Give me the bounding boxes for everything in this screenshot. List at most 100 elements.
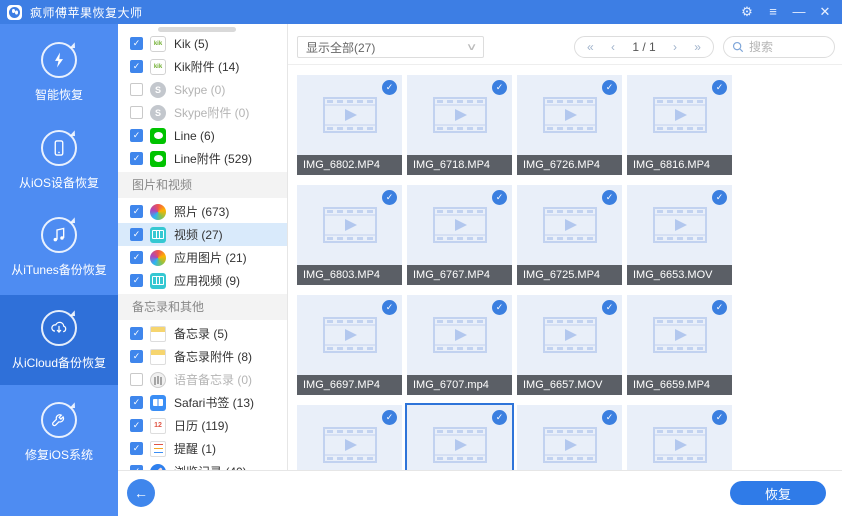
checkbox[interactable] [130,442,143,455]
checkbox[interactable] [130,327,143,340]
check-circle-icon[interactable]: ✓ [492,80,507,95]
video-thumbnail[interactable]: ✓IMG_6725.MP4 [517,185,622,285]
last-page-button[interactable]: » [694,40,701,54]
window-title: 疯师傅苹果恢复大师 [30,4,143,21]
settings-gear-icon[interactable]: ⚙ [734,0,760,24]
video-thumbnail[interactable]: ✓ [627,405,732,470]
category-item-日历[interactable]: 日历 (119) [118,414,287,437]
sidebar-item-icloud-backup[interactable]: 从iCloud备份恢复 [0,295,118,385]
video-thumbnail[interactable]: ✓IMG_6816.MP4 [627,75,732,175]
check-circle-icon[interactable]: ✓ [712,80,727,95]
category-item-Line[interactable]: Line (6) [118,124,287,147]
checkbox[interactable] [130,106,143,119]
video-thumbnail[interactable]: ✓IMG_6671.MOV [517,405,622,470]
checkbox[interactable] [130,419,143,432]
video-thumbnail[interactable]: ✓IMG_6657.MOV [517,295,622,395]
video-thumbnail[interactable]: ✓IMG_6802.MP4 [297,75,402,175]
category-item-备忘录[interactable]: 备忘录 (5) [118,322,287,345]
video-thumbnail[interactable]: ✓IMG_6767.MP4 [407,185,512,285]
checkbox[interactable] [130,83,143,96]
notes-icon [150,326,166,342]
prev-page-button[interactable]: ‹ [611,40,615,54]
category-item-提醒[interactable]: 提醒 (1) [118,437,287,460]
check-circle-icon[interactable]: ✓ [492,190,507,205]
video-thumbnail[interactable]: ✓IMG_6653.MOV [627,185,732,285]
video-thumbnail[interactable]: ✓IMG_6659.MP4 [627,295,732,395]
category-item-Line附件[interactable]: Line附件 (529) [118,147,287,170]
category-label: 浏览记录 (40) [174,463,247,470]
checkbox[interactable] [130,37,143,50]
category-item-Skype附件[interactable]: Skype附件 (0) [118,101,287,124]
sidebar-item-label: 修复iOS系统 [17,447,101,463]
wrench-icon [41,402,77,438]
sidebar-item-repair-ios[interactable]: 修复iOS系统 [0,385,118,480]
category-label: Safari书签 (13) [174,394,254,411]
category-item-Safari书签[interactable]: Safari书签 (13) [118,391,287,414]
checkbox[interactable] [130,396,143,409]
close-icon[interactable]: ✕ [812,0,838,24]
menu-icon[interactable]: ≡ [760,0,786,24]
video-film-icon: ✓ [297,75,402,155]
checkbox[interactable] [130,60,143,73]
checkbox[interactable] [130,228,143,241]
check-circle-icon[interactable]: ✓ [382,410,397,425]
video-thumbnail[interactable]: ✓IMG_6707.mp4 [407,295,512,395]
video-thumbnail[interactable]: ✓IMG_6692.MP4 [297,405,402,470]
category-item-语音备忘录[interactable]: 语音备忘录 (0) [118,368,287,391]
video-thumbnail[interactable]: ✓IMG_6697.MP4 [297,295,402,395]
checkbox[interactable] [130,205,143,218]
search-box[interactable] [723,36,835,58]
check-circle-icon[interactable]: ✓ [712,190,727,205]
video-thumbnail[interactable]: ✓ IMG_6726.MP4 [517,75,622,175]
category-item-Kik[interactable]: Kik (5) [118,32,287,55]
checkbox[interactable] [130,152,143,165]
checkbox[interactable] [130,129,143,142]
next-page-button[interactable]: › [673,40,677,54]
checkbox[interactable] [130,274,143,287]
category-item-视频[interactable]: 视频 (27) [118,223,287,246]
file-name: IMG_6718.MP4 [407,155,512,175]
category-item-Skype[interactable]: Skype (0) [118,78,287,101]
check-circle-icon[interactable]: ✓ [492,410,507,425]
back-button[interactable]: ← [127,479,155,507]
file-name: IMG_6726.MP4 [517,155,622,175]
sidebar-item-label: 从iCloud备份恢复 [4,355,114,371]
category-label: 语音备忘录 (0) [174,371,252,388]
check-circle-icon[interactable]: ✓ [602,300,617,315]
check-circle-icon[interactable]: ✓ [602,80,617,95]
category-item-应用图片[interactable]: 应用图片 (21) [118,246,287,269]
sidebar-item-ios-device[interactable]: 从iOS设备恢复 [0,120,118,200]
check-circle-icon[interactable]: ✓ [602,410,617,425]
video-thumbnail[interactable]: ✓ IMG_6718.MP4 [407,75,512,175]
video-film-icon: ✓ [627,75,732,155]
category-item-照片[interactable]: 照片 (673) [118,200,287,223]
filter-dropdown[interactable]: 显示全部(27) ∨ [297,36,484,58]
voice-icon [150,372,166,388]
checkbox[interactable] [130,350,143,363]
check-circle-icon[interactable]: ✓ [492,300,507,315]
category-item-备忘录附件[interactable]: 备忘录附件 (8) [118,345,287,368]
category-item-应用视频[interactable]: 应用视频 (9) [118,269,287,292]
check-circle-icon[interactable]: ✓ [712,410,727,425]
check-circle-icon[interactable]: ✓ [602,190,617,205]
video-film-icon: ✓ [627,185,732,265]
sidebar-item-smart-recovery[interactable]: 智能恢复 [0,24,118,120]
check-circle-icon[interactable]: ✓ [712,300,727,315]
recover-button[interactable]: 恢复 [730,481,826,505]
video-film-icon: ✓ [407,405,512,470]
category-item-Kik附件[interactable]: Kik附件 (14) [118,55,287,78]
video-thumbnail[interactable]: ✓IMG_6702.mp4 [407,405,512,470]
check-circle-icon[interactable]: ✓ [382,190,397,205]
video-thumbnail[interactable]: ✓IMG_6803.MP4 [297,185,402,285]
section-header: 备忘录和其他 [118,294,287,320]
minimize-icon[interactable]: — [786,0,812,24]
sidebar-item-itunes-backup[interactable]: 从iTunes备份恢复 [0,200,118,295]
checkbox[interactable] [130,251,143,264]
checkbox[interactable] [130,373,143,386]
page-indicator: 1 / 1 [632,40,655,54]
check-circle-icon[interactable]: ✓ [382,80,397,95]
first-page-button[interactable]: « [587,40,594,54]
category-item-浏览记录[interactable]: 浏览记录 (40) [118,460,287,470]
check-circle-icon[interactable]: ✓ [382,300,397,315]
search-input[interactable] [749,40,819,54]
